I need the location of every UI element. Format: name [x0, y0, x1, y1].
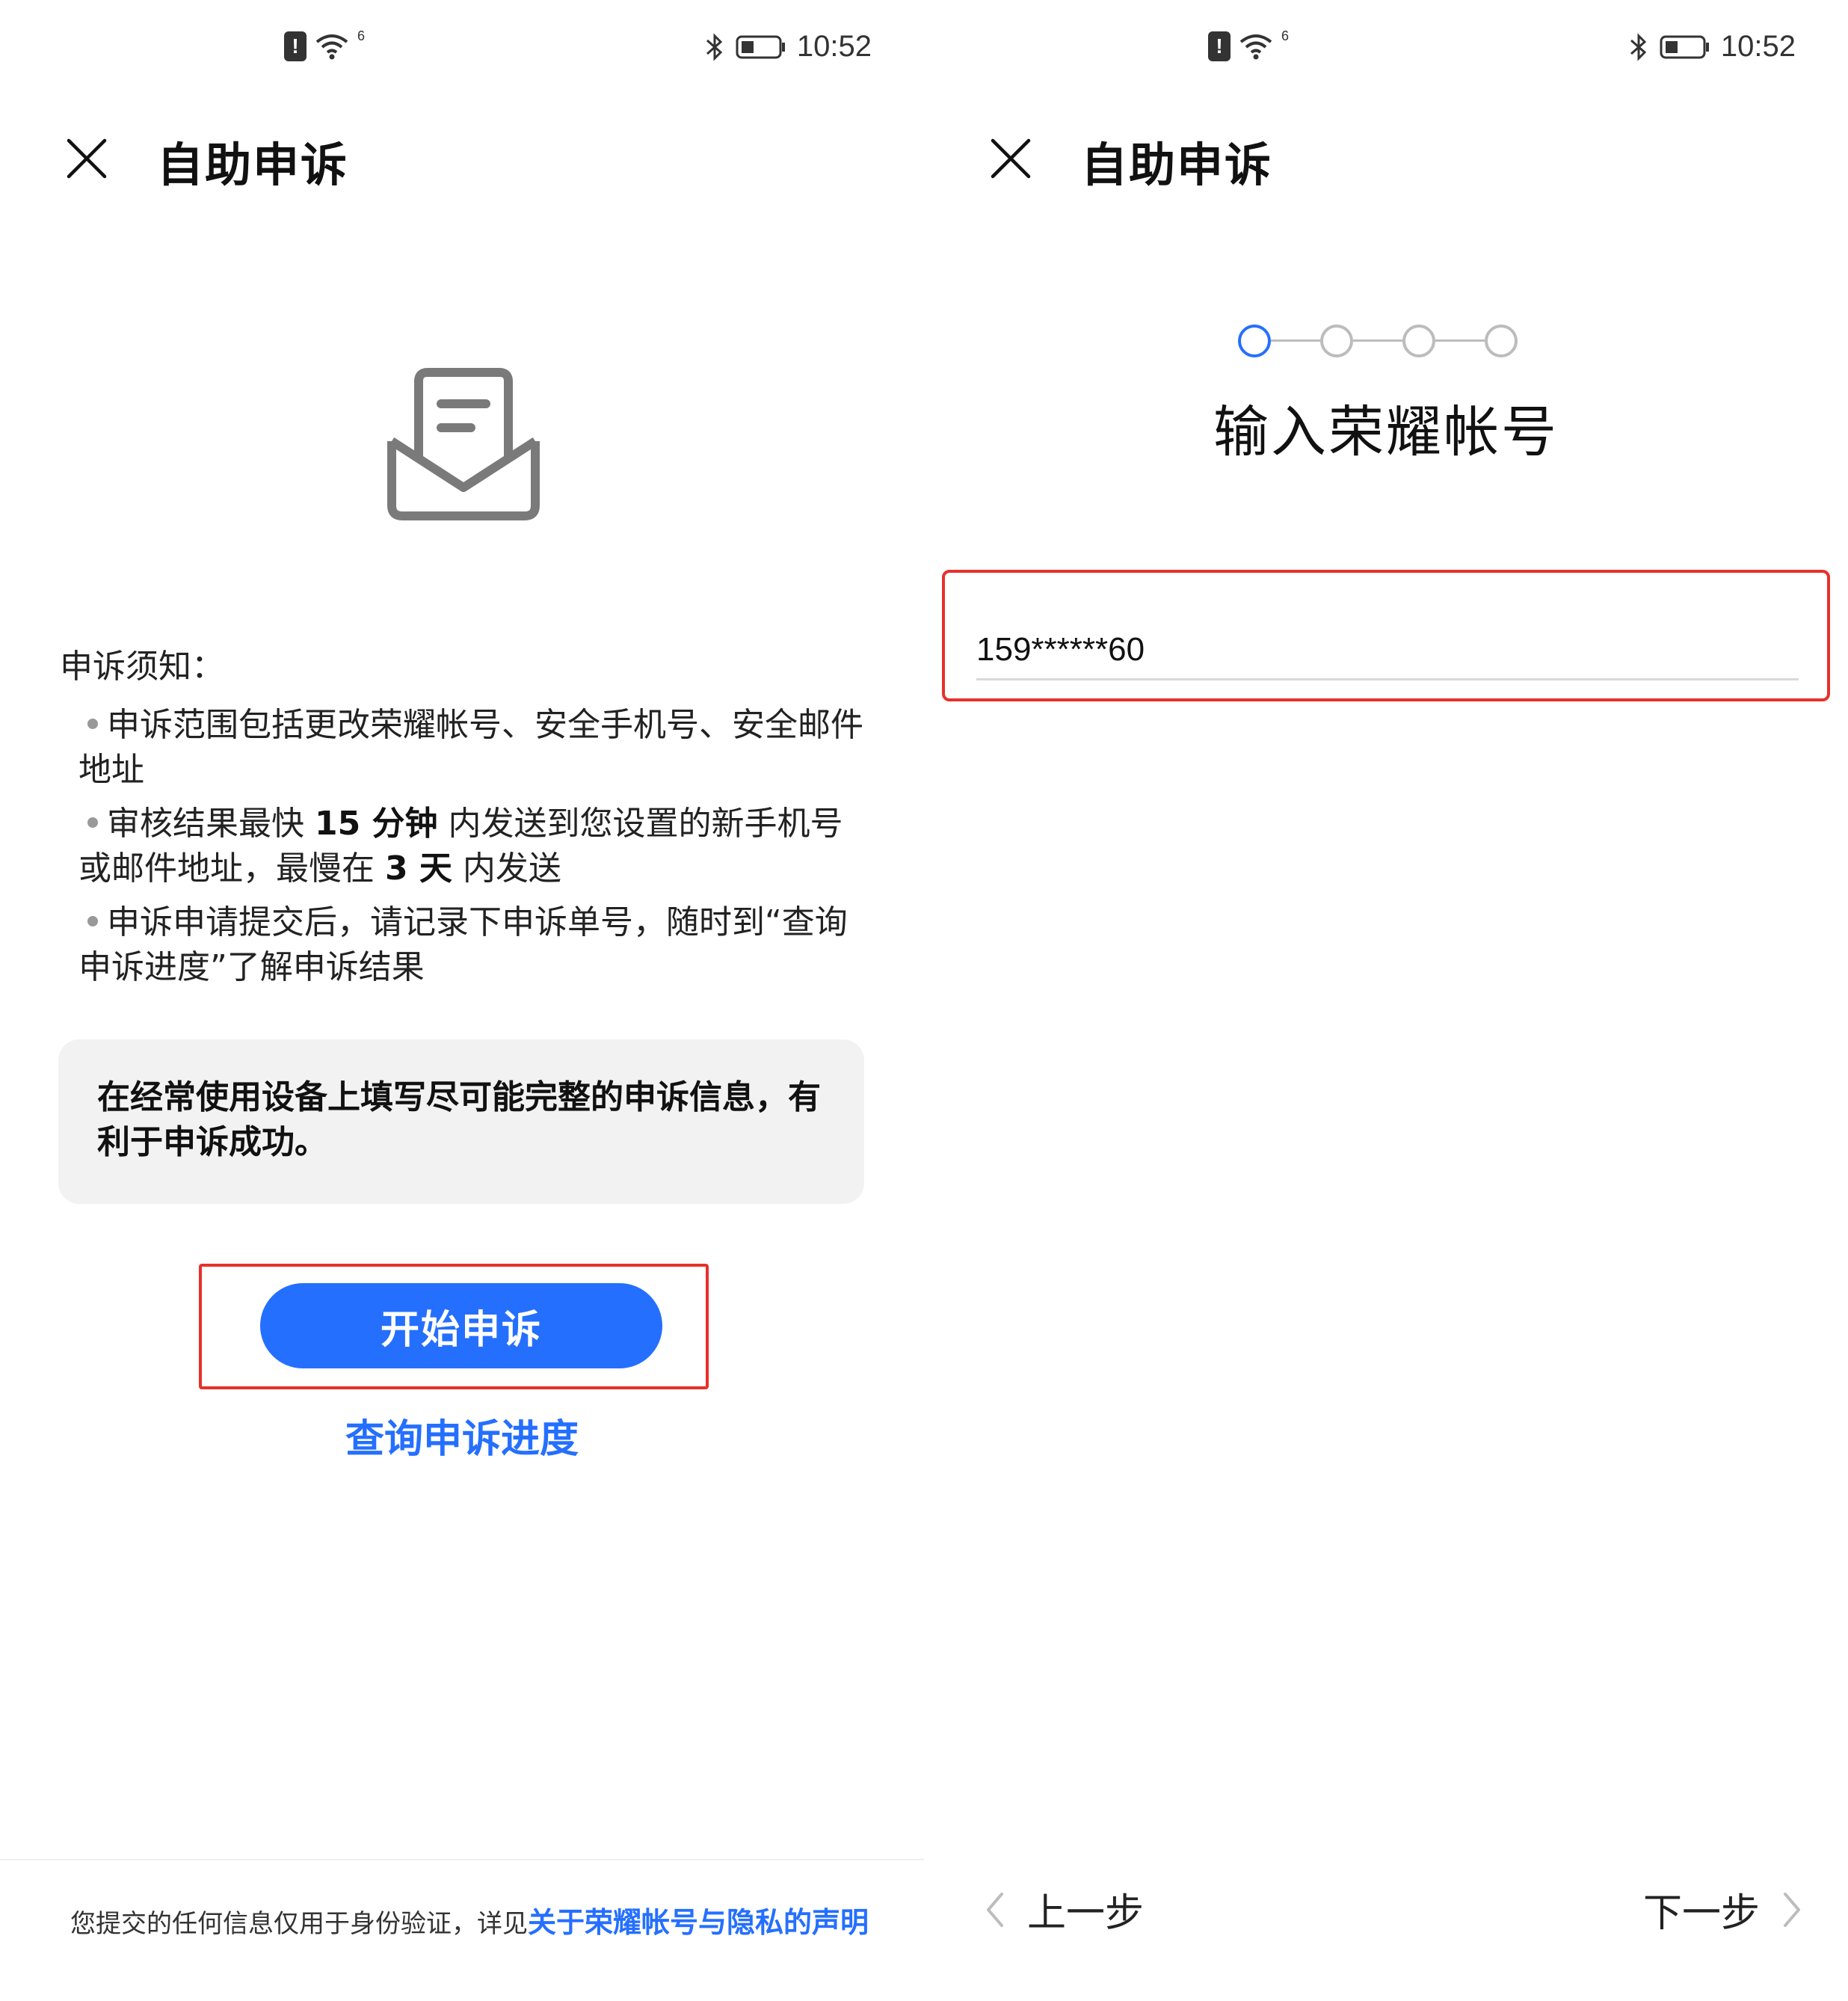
- notice-item-bold-time: 15 分钟: [315, 805, 438, 843]
- footer-divider: [0, 1859, 924, 1860]
- tip-box: 在经常使用设备上填写尽可能完整的申诉信息，有利于申诉成功。: [58, 1039, 864, 1204]
- footer-privacy-note: 您提交的任何信息仅用于身份验证，详见关于荣耀帐号与隐私的声明: [70, 1899, 869, 1940]
- prev-step-button[interactable]: 上一步: [984, 1881, 1144, 1937]
- bullet-dot: [87, 817, 98, 828]
- step-connector: [1353, 339, 1402, 342]
- wifi-icon: [1239, 34, 1272, 60]
- notice-item: 审核结果最快 15 分钟 内发送到您设置的新手机号或邮件地址，最慢在 3 天 内…: [78, 802, 871, 891]
- close-icon[interactable]: [987, 135, 1035, 182]
- page-title: 自助申诉: [1081, 138, 1273, 192]
- account-input[interactable]: [976, 621, 1799, 680]
- step-indicator: [924, 322, 1848, 360]
- step-connector: [1435, 339, 1485, 342]
- network-label: 6: [357, 28, 366, 43]
- privacy-statement-link[interactable]: 关于荣耀帐号与隐私的声明: [528, 1906, 869, 1939]
- query-progress-link[interactable]: 查询申诉进度: [0, 1407, 924, 1463]
- notice-item-text-post: 内发送: [452, 849, 561, 888]
- notice-title: 申诉须知：: [60, 648, 224, 686]
- page-header: 自助申诉: [0, 120, 924, 194]
- status-time: 10:52: [1720, 30, 1796, 63]
- status-left-icons: ! 6: [1208, 28, 1290, 61]
- chevron-left-icon: [987, 1892, 1003, 1927]
- battery-icon: [736, 35, 785, 58]
- notice-list: 申诉范围包括更改荣耀帐号、安全手机号、安全邮件地址 审核结果最快 15 分钟 内…: [78, 703, 871, 999]
- step-dot: [1320, 325, 1353, 357]
- notification-alert-icon: !: [284, 31, 307, 61]
- status-time: 10:52: [796, 30, 872, 63]
- page-title: 自助申诉: [157, 138, 349, 192]
- notice-item-bold-days: 3 天: [385, 849, 452, 888]
- notice-item-text-pre: 审核结果最快: [107, 805, 315, 843]
- mail-envelope-icon: [387, 368, 540, 520]
- status-bar: ! 6 10:52: [924, 28, 1848, 75]
- footer-text: 您提交的任何信息仅用于身份验证，详见: [70, 1909, 528, 1939]
- battery-icon: [1660, 35, 1709, 58]
- network-label: 6: [1281, 28, 1290, 43]
- step-dot: [1402, 325, 1435, 357]
- notice-item: 申诉范围包括更改荣耀帐号、安全手机号、安全邮件地址: [78, 703, 871, 793]
- step-title: 输入荣耀帐号: [1213, 400, 1559, 464]
- notice-item-text: 申诉范围包括更改荣耀帐号、安全手机号、安全邮件地址: [78, 706, 863, 789]
- bullet-dot: [87, 916, 98, 926]
- bluetooth-icon: [1630, 32, 1647, 61]
- page-header: 自助申诉: [924, 120, 1848, 194]
- notice-item-text: 申诉申请提交后，请记录下申诉单号，随时到“查询申诉进度”了解申诉结果: [78, 903, 848, 986]
- right-screen: ! 6 10:52 自助申诉 输入荣耀帐号 159******60 上一步 下一…: [924, 0, 1848, 2001]
- notification-alert-icon: !: [1208, 31, 1231, 61]
- close-icon[interactable]: [63, 135, 111, 182]
- chevron-right-icon: [1784, 1892, 1800, 1927]
- step-connector: [1271, 339, 1320, 342]
- status-right-icons: 10:52: [704, 30, 872, 64]
- start-appeal-button[interactable]: 开始申诉: [260, 1283, 662, 1368]
- bluetooth-icon: [706, 32, 723, 61]
- notice-item: 申诉申请提交后，请记录下申诉单号，随时到“查询申诉进度”了解申诉结果: [78, 900, 871, 990]
- next-step-label: 下一步: [1642, 1891, 1760, 1936]
- prev-step-label: 上一步: [1027, 1891, 1145, 1936]
- left-screen: ! 6 10:52 自助申诉 申诉须知： 申诉范围包括更改荣耀帐号、安全手机号、…: [0, 0, 924, 2001]
- step-dot: [1485, 325, 1518, 357]
- status-bar: ! 6 10:52: [0, 28, 924, 75]
- status-right-icons: 10:52: [1628, 30, 1796, 64]
- tip-text: 在经常使用设备上填写尽可能完整的申诉信息，有利于申诉成功。: [97, 1078, 821, 1161]
- bullet-dot: [87, 719, 98, 729]
- next-step-button[interactable]: 下一步: [1643, 1881, 1803, 1937]
- status-left-icons: ! 6: [284, 28, 366, 61]
- step-dot: [1238, 325, 1271, 357]
- wifi-icon: [315, 34, 348, 60]
